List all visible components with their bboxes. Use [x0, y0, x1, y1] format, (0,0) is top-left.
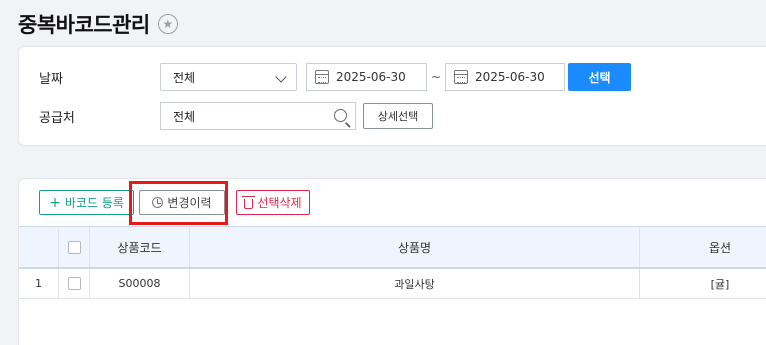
barcode-table-panel: + 바코드 등록 변경이력 선택삭제 상품코드 상품명 옵션 1 S00008 … — [18, 178, 766, 345]
calendar-icon — [315, 70, 329, 84]
date-to-input[interactable]: 2025-06-30 — [445, 63, 565, 91]
date-range-separator: ~ — [430, 70, 442, 84]
delete-selected-label: 선택삭제 — [257, 196, 302, 210]
select-button[interactable]: 선택 — [568, 63, 631, 91]
history-icon — [152, 197, 164, 208]
column-header-code[interactable]: 상품코드 — [90, 227, 190, 267]
date-from-input[interactable]: 2025-06-30 — [306, 63, 427, 91]
chevron-down-icon — [275, 71, 287, 83]
detail-select-button[interactable]: 상세선택 — [363, 103, 433, 129]
row-product-name: 과일사탕 — [190, 269, 640, 298]
row-option: [귤] — [710, 277, 730, 291]
change-history-label: 변경이력 — [167, 196, 212, 210]
search-icon[interactable] — [334, 109, 347, 122]
row-product-code: S00008 — [90, 269, 190, 298]
plus-icon: + — [49, 194, 61, 211]
table-header: 상품코드 상품명 옵션 — [19, 226, 766, 269]
date-type-select[interactable]: 전체 — [160, 63, 297, 91]
filter-panel: 날짜 전체 2025-06-30 ~ 2025-06-30 선택 공급처 전체 … — [18, 46, 766, 146]
supplier-search-input[interactable]: 전체 — [160, 102, 356, 130]
star-icon[interactable]: ★ — [157, 14, 178, 34]
select-all-checkbox[interactable] — [67, 240, 81, 254]
supplier-value: 전체 — [173, 109, 196, 124]
add-barcode-button[interactable]: + 바코드 등록 — [39, 190, 134, 215]
add-barcode-label: 바코드 등록 — [64, 196, 124, 210]
change-history-button[interactable]: 변경이력 — [139, 190, 225, 215]
column-header-name[interactable]: 상품명 — [190, 227, 640, 267]
page-title: 중복바코드관리 — [18, 13, 150, 37]
trash-icon — [242, 195, 256, 209]
row-index: 1 — [19, 269, 59, 298]
column-header-option[interactable]: 옵션 — [640, 227, 766, 267]
row-checkbox[interactable] — [67, 277, 81, 290]
date-type-value: 전체 — [173, 70, 196, 85]
date-from-value: 2025-06-30 — [336, 70, 406, 84]
table-row[interactable]: 1 S00008 과일사탕 [귤] — [19, 269, 766, 299]
header-checkbox-cell — [59, 227, 90, 267]
calendar-icon — [454, 70, 468, 84]
header-index-cell — [19, 227, 59, 267]
delete-selected-button[interactable]: 선택삭제 — [236, 190, 310, 215]
supplier-label: 공급처 — [39, 110, 75, 126]
row-checkbox-cell — [59, 269, 90, 298]
page: 중복바코드관리 ★ 날짜 전체 2025-06-30 ~ 2025-06-30 … — [0, 0, 766, 345]
date-to-value: 2025-06-30 — [475, 70, 545, 84]
date-label: 날짜 — [39, 71, 63, 87]
page-header: 중복바코드관리 ★ — [18, 9, 178, 39]
